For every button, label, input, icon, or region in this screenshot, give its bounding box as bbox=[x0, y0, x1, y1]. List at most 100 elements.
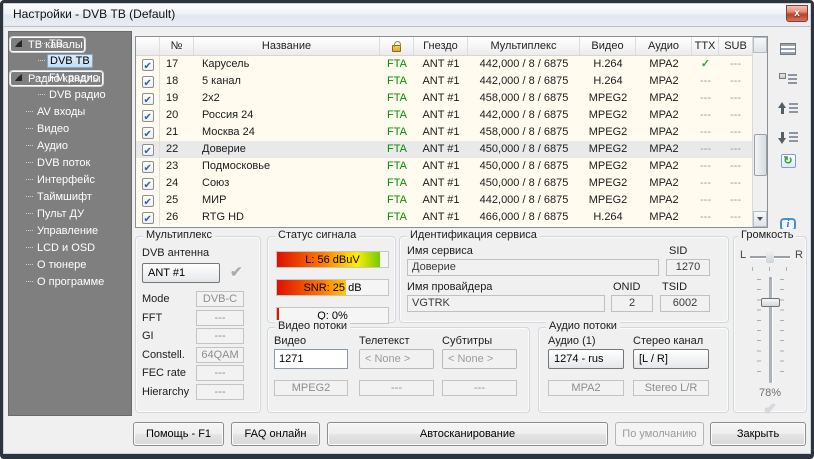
header-num[interactable]: № bbox=[160, 37, 194, 55]
header-name[interactable]: Название bbox=[194, 37, 380, 55]
multiplex-cell: 450,000 / 8 / 6875 bbox=[468, 175, 580, 192]
sidebar-item[interactable]: Видео bbox=[9, 121, 131, 138]
service-name-value: Доверие bbox=[407, 259, 659, 276]
header-mux[interactable]: Мультиплекс bbox=[468, 37, 580, 55]
sidebar-item[interactable]: Таймшифт bbox=[9, 189, 131, 206]
table-row[interactable]: 20 Россия 24 FTA ANT #1 442,000 / 8 / 68… bbox=[136, 107, 752, 124]
video-pid-input[interactable] bbox=[274, 349, 348, 369]
channel-checkbox[interactable] bbox=[142, 76, 154, 88]
channel-checkbox[interactable] bbox=[142, 127, 154, 139]
balance-slider-thumb[interactable] bbox=[766, 249, 774, 263]
sidebar-item[interactable]: Радио каналы bbox=[9, 70, 104, 87]
move-down-button[interactable] bbox=[775, 124, 801, 150]
header-access[interactable] bbox=[380, 37, 414, 55]
antenna-apply-button[interactable]: ✔ bbox=[230, 263, 243, 281]
field-label: GI bbox=[142, 330, 196, 342]
sub-cell: --- bbox=[719, 56, 752, 73]
autoscan-button[interactable]: Автосканирование bbox=[327, 422, 608, 446]
multiplex-cell: 458,000 / 8 / 6875 bbox=[468, 90, 580, 107]
audio-codec-cell: MPA2 bbox=[636, 158, 692, 175]
table-row[interactable]: 17 Карусель FTA ANT #1 442,000 / 8 / 687… bbox=[136, 56, 752, 73]
table-row[interactable]: 24 Союз FTA ANT #1 450,000 / 8 / 6875 MP… bbox=[136, 175, 752, 192]
help-button[interactable]: Помощь - F1 bbox=[133, 422, 224, 446]
multiplex-fields: ModeDVB-CFFT---GI---Constell.64QAMFEC ra… bbox=[136, 291, 260, 402]
antenna-label: DVB антенна bbox=[142, 247, 209, 259]
sidebar-item[interactable]: DVB радио bbox=[9, 87, 131, 104]
volume-slider-thumb[interactable] bbox=[761, 298, 780, 307]
table-row[interactable]: 18 5 канал FTA ANT #1 442,000 / 8 / 6875… bbox=[136, 73, 752, 90]
sidebar-item[interactable]: Аудио bbox=[9, 138, 131, 155]
channel-number-cell: 22 bbox=[160, 141, 194, 158]
channel-checkbox[interactable] bbox=[142, 93, 154, 105]
sidebar-item-label: Видео bbox=[35, 122, 71, 136]
move-up-button[interactable] bbox=[775, 95, 801, 121]
channel-name-cell: Россия 24 bbox=[194, 107, 380, 124]
sub-cell: --- bbox=[719, 73, 752, 90]
volume-percent: 78% bbox=[734, 387, 806, 399]
access-cell: FTA bbox=[380, 56, 414, 73]
tree-guide bbox=[38, 60, 45, 63]
multiplex-field-row: Hierarchy--- bbox=[136, 384, 260, 400]
sidebar-item-label: LCD и OSD bbox=[35, 241, 97, 255]
field-label: Hierarchy bbox=[142, 386, 196, 398]
header-audio[interactable]: Аудио bbox=[636, 37, 692, 55]
channel-checkbox[interactable] bbox=[142, 110, 154, 122]
remove-channel-button[interactable] bbox=[775, 66, 801, 92]
scrollbar-thumb[interactable] bbox=[754, 134, 767, 176]
sidebar-item[interactable]: DVB поток bbox=[9, 155, 131, 172]
volume-mute-button[interactable]: ✔ bbox=[734, 400, 806, 418]
ttx-cell: --- bbox=[692, 192, 719, 209]
channel-checkbox[interactable] bbox=[142, 144, 154, 156]
sidebar-item[interactable]: LCD и OSD bbox=[9, 240, 131, 257]
channel-number-cell: 20 bbox=[160, 107, 194, 124]
header-video[interactable]: Видео bbox=[580, 37, 636, 55]
channel-name-cell: 2x2 bbox=[194, 90, 380, 107]
table-row[interactable]: 21 Москва 24 FTA ANT #1 458,000 / 8 / 68… bbox=[136, 124, 752, 141]
ttx-cell: --- bbox=[692, 141, 719, 158]
channel-list-button[interactable] bbox=[775, 36, 801, 62]
sidebar-item[interactable]: Управление bbox=[9, 223, 131, 240]
header-ttx[interactable]: TTX bbox=[692, 37, 719, 55]
table-row[interactable]: 22 Доверие FTA ANT #1 450,000 / 8 / 6875… bbox=[136, 141, 752, 158]
rescan-icon: ↻ bbox=[781, 154, 796, 168]
close-window-button[interactable]: Закрыть bbox=[710, 422, 806, 446]
multiplex-cell: 466,000 / 8 / 6875 bbox=[468, 209, 580, 226]
header-socket[interactable]: Гнездо bbox=[414, 37, 468, 55]
channel-checkbox[interactable] bbox=[142, 212, 154, 224]
sidebar-item[interactable]: О тюнере bbox=[9, 257, 131, 274]
channel-checkbox[interactable] bbox=[142, 195, 154, 207]
rescan-button[interactable]: ↻ bbox=[775, 148, 801, 174]
table-scrollbar[interactable] bbox=[752, 37, 767, 227]
sidebar-item[interactable]: Пульт ДУ bbox=[9, 206, 131, 223]
scroll-down-button[interactable] bbox=[753, 211, 767, 227]
scroll-up-button[interactable] bbox=[753, 37, 767, 53]
table-row[interactable]: 23 Подмосковье FTA ANT #1 450,000 / 8 / … bbox=[136, 158, 752, 175]
stereo-select[interactable]: [L / R] bbox=[633, 349, 709, 369]
sidebar-item[interactable]: Интерфейс bbox=[9, 172, 131, 189]
audio-pid-label: Аудио (1) bbox=[548, 335, 596, 347]
subtitles-label: Субтитры bbox=[442, 335, 492, 347]
channel-checkbox[interactable] bbox=[142, 178, 154, 190]
faq-button[interactable]: FAQ онлайн bbox=[231, 422, 320, 446]
volume-slider-track[interactable] bbox=[769, 277, 772, 383]
table-row[interactable]: 26 RTG HD FTA ANT #1 466,000 / 8 / 6875 … bbox=[136, 209, 752, 226]
table-row[interactable]: 25 МИР FTA ANT #1 442,000 / 8 / 6875 MPE… bbox=[136, 192, 752, 209]
channel-checkbox[interactable] bbox=[142, 59, 154, 71]
sidebar-item[interactable]: ТВ каналы bbox=[9, 36, 86, 53]
tree-guide bbox=[26, 128, 33, 131]
close-button[interactable]: x bbox=[786, 5, 808, 22]
defaults-button: По умолчанию bbox=[615, 422, 704, 446]
sidebar-item[interactable]: DVB ТВ bbox=[9, 53, 131, 70]
antenna-select[interactable]: ANT #1 bbox=[142, 263, 220, 283]
stereo-label: Стерео канал bbox=[633, 335, 703, 347]
channel-checkbox[interactable] bbox=[142, 161, 154, 173]
close-icon: x bbox=[794, 8, 800, 19]
sidebar-item[interactable]: AV входы bbox=[9, 104, 131, 121]
ttx-cell: --- bbox=[692, 158, 719, 175]
header-sub[interactable]: SUB bbox=[719, 37, 752, 55]
audio-select[interactable]: 1274 - rus bbox=[548, 349, 624, 369]
sidebar-item[interactable]: О программе bbox=[9, 274, 131, 291]
table-row[interactable]: 19 2x2 FTA ANT #1 458,000 / 8 / 6875 MPE… bbox=[136, 90, 752, 107]
tsid-label: TSID bbox=[662, 281, 687, 293]
volume-panel: Громкость L R 78% ✔ bbox=[733, 236, 807, 413]
